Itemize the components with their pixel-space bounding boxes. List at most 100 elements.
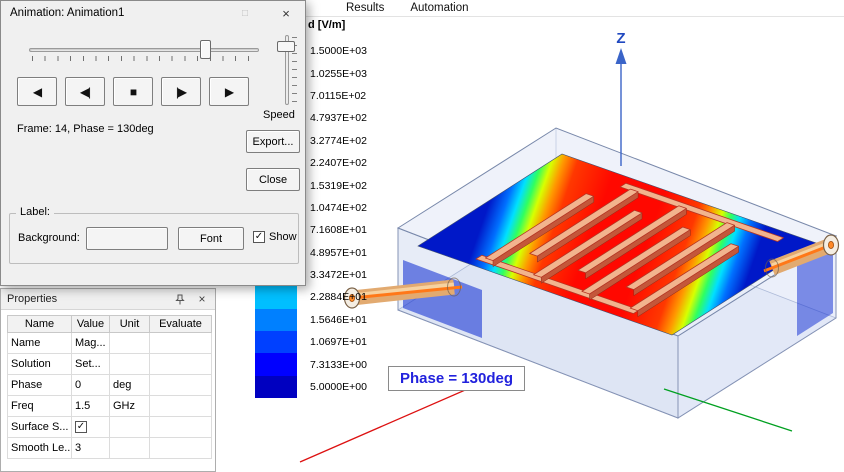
legend-entry: 1.5646E+01 (255, 308, 455, 332)
properties-table: Name Value Unit Evaluate Name Mag... Solution… (7, 315, 212, 459)
frame-slider-thumb[interactable] (200, 40, 211, 59)
legend-value: 7.0115E+02 (310, 89, 367, 102)
maximize-icon: □ (236, 5, 254, 21)
property-row: Surface S... ✓ (7, 416, 212, 438)
property-evaluate (149, 353, 212, 375)
property-row: Smooth Le... 3 (7, 437, 212, 459)
legend-value: 1.0474E+02 (310, 201, 367, 214)
property-row: Solution Set... (7, 353, 212, 375)
property-row: Name Mag... (7, 332, 212, 354)
play-reverse-button[interactable]: ◀ (17, 77, 57, 106)
property-name: Surface S... (7, 416, 72, 438)
properties-title: Properties (7, 293, 58, 305)
close-panel-icon[interactable]: × (195, 292, 209, 306)
menubar-items: Results Automation (346, 2, 469, 14)
step-back-button[interactable]: ◀| (65, 77, 105, 106)
frame-info: Frame: 14, Phase = 130deg (17, 123, 154, 135)
property-evaluate (149, 437, 212, 459)
legend-entry: 2.2884E+01 (255, 286, 455, 309)
legend-value: 1.0255E+03 (310, 67, 367, 80)
stop-icon: ■ (129, 84, 137, 99)
legend-value: 1.0697E+01 (310, 336, 367, 349)
show-checkbox-label: Show (269, 231, 297, 243)
background-label: Background: (18, 232, 80, 244)
property-row: Freq 1.5 GHz (7, 395, 212, 417)
legend-color-swatch (255, 308, 297, 332)
label-groupbox-title: Label: (16, 206, 54, 218)
label-groupbox: Label: Background: Font ✓ Show (9, 206, 299, 264)
legend-color-swatch (255, 286, 297, 309)
property-unit (109, 353, 150, 375)
property-value[interactable]: 1.5 (71, 395, 110, 417)
show-checkbox-box[interactable]: ✓ (253, 231, 265, 243)
property-evaluate (149, 374, 212, 396)
dialog-titlebar[interactable]: Animation: Animation1 (1, 1, 305, 25)
pin-icon[interactable] (173, 292, 187, 306)
properties-panel: Properties × Name Value Unit Evaluate Name M… (0, 288, 216, 472)
speed-slider-thumb[interactable] (277, 41, 295, 52)
column-header-unit: Unit (109, 315, 150, 333)
legend-value: 7.3133E+00 (310, 358, 367, 371)
close-button[interactable]: Close (246, 168, 300, 191)
legend-value: 7.1608E+01 (310, 224, 367, 237)
legend-color-swatch (255, 375, 297, 399)
property-value[interactable]: Set... (71, 353, 110, 375)
frame-slider[interactable] (27, 39, 261, 65)
properties-table-body: Name Mag... Solution Set... Phase 0 deg Freq 1.5… (7, 332, 212, 459)
legend-value: 4.7937E+02 (310, 112, 367, 125)
legend-color-swatch (255, 331, 297, 354)
property-name: Phase (7, 374, 72, 396)
background-color-button[interactable] (86, 227, 168, 250)
property-name: Smooth Le... (7, 437, 72, 459)
legend-value: 1.5000E+03 (310, 45, 367, 58)
speed-slider[interactable] (275, 33, 299, 107)
export-button[interactable]: Export... (246, 130, 300, 153)
column-header-evaluate: Evaluate (149, 315, 212, 333)
property-unit (109, 416, 150, 438)
legend-value: 4.8957E+01 (310, 246, 367, 259)
legend-value: 1.5319E+02 (310, 179, 367, 192)
step-back-icon: ◀| (79, 84, 91, 99)
legend-value: 2.2407E+02 (310, 157, 367, 170)
property-unit (109, 437, 150, 459)
dialog-title: Animation: Animation1 (10, 7, 125, 19)
legend-value: 2.2884E+01 (310, 291, 367, 304)
property-value[interactable]: Mag... (71, 332, 110, 354)
stop-button[interactable]: ■ (113, 77, 153, 106)
frame-slider-ticks (32, 56, 258, 61)
properties-header-row: Name Value Unit Evaluate (7, 315, 212, 333)
playback-buttons: ◀ ◀| ■ |▶ ▶ (17, 77, 249, 106)
font-button[interactable]: Font (178, 227, 244, 250)
play-forward-icon: ▶ (224, 84, 234, 99)
legend-entry: 5.0000E+00 (255, 375, 455, 399)
property-unit (109, 332, 150, 354)
close-icon[interactable]: × (277, 5, 295, 21)
property-name: Freq (7, 395, 72, 417)
show-checkbox[interactable]: ✓ Show (253, 231, 297, 243)
legend-entry: 7.3133E+00 (255, 353, 455, 376)
property-checkbox[interactable]: ✓ (75, 421, 87, 434)
properties-header: Properties × (1, 289, 215, 310)
property-value[interactable]: 3 (71, 437, 110, 459)
step-forward-button[interactable]: |▶ (161, 77, 201, 106)
legend-value: 5.0000E+00 (310, 381, 367, 394)
legend-entry: 1.0697E+01 (255, 331, 455, 354)
property-name: Name (7, 332, 72, 354)
play-reverse-icon: ◀ (32, 84, 42, 99)
frame-slider-track[interactable] (29, 48, 259, 52)
property-value[interactable]: ✓ (71, 416, 110, 438)
property-evaluate (149, 395, 212, 417)
property-evaluate (149, 332, 212, 354)
property-evaluate (149, 416, 212, 438)
menu-item-automation[interactable]: Automation (410, 2, 468, 14)
menu-item-results[interactable]: Results (346, 2, 384, 14)
speed-label: Speed (263, 109, 295, 121)
property-unit: GHz (109, 395, 150, 417)
property-name: Solution (7, 353, 72, 375)
legend-value: 1.5646E+01 (310, 313, 367, 326)
application-window: Results Automation Z Phase = 130deg d [V… (0, 0, 844, 472)
z-axis: Z (615, 30, 627, 166)
legend-value: 3.2774E+02 (310, 134, 367, 147)
property-value[interactable]: 0 (71, 374, 110, 396)
play-forward-button[interactable]: ▶ (209, 77, 249, 106)
